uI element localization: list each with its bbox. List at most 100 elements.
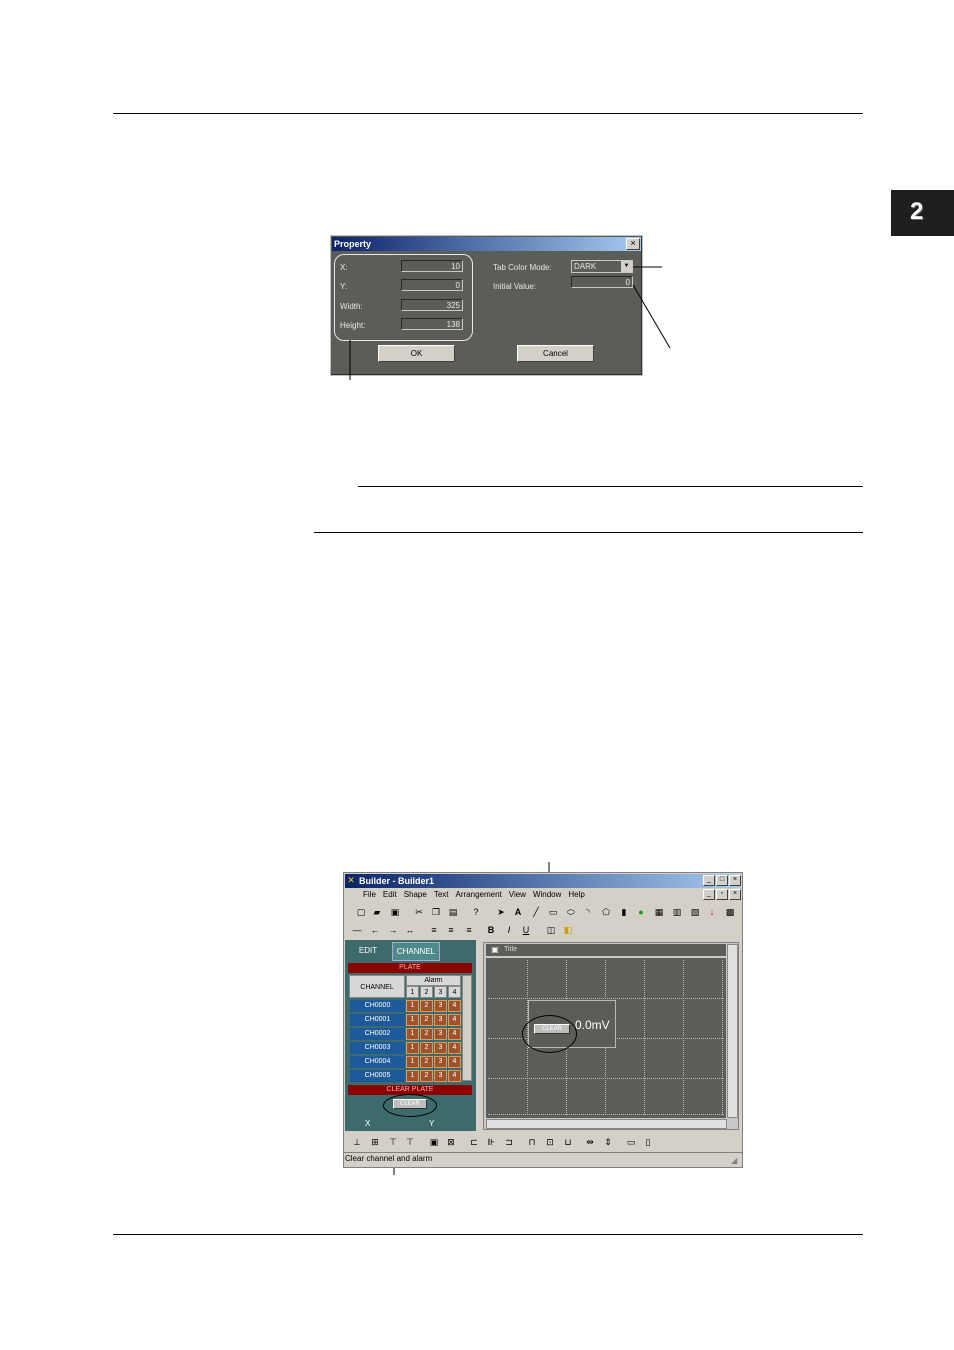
bold-icon[interactable]: B bbox=[485, 924, 497, 936]
distribute-bottom-icon[interactable]: ⊔ bbox=[562, 1136, 574, 1148]
switch-tool-icon[interactable]: ▮ bbox=[618, 906, 630, 918]
channel-cell[interactable]: CH0004 bbox=[350, 1056, 405, 1068]
rectangle-tool-icon[interactable]: ▭ bbox=[547, 906, 559, 918]
help-icon[interactable]: ? bbox=[470, 906, 482, 918]
alarm-cell[interactable]: 2 bbox=[420, 1000, 433, 1012]
thermometer-tool-icon[interactable]: ↓ bbox=[706, 906, 718, 918]
align-center-h-icon[interactable]: ⊪ bbox=[485, 1136, 497, 1148]
save-icon[interactable]: ▣ bbox=[389, 906, 401, 918]
alarm-cell[interactable]: 3 bbox=[434, 1056, 447, 1068]
fit-icon[interactable]: ⊠ bbox=[445, 1136, 457, 1148]
align-left-edge-icon[interactable]: ⊏ bbox=[468, 1136, 480, 1148]
channel-cell[interactable]: CH0002 bbox=[350, 1028, 405, 1040]
ellipse-tool-icon[interactable]: ⬭ bbox=[565, 906, 577, 918]
trend-tool-icon[interactable]: ▧ bbox=[689, 906, 701, 918]
align-top-icon[interactable]: ⊥ bbox=[351, 1136, 363, 1148]
space-horizontal-icon[interactable]: ⇹ bbox=[584, 1136, 596, 1148]
menu-file[interactable]: File bbox=[363, 890, 376, 899]
distribute-middle-icon[interactable]: ⊡ bbox=[544, 1136, 556, 1148]
align-right-icon[interactable]: ≡ bbox=[463, 924, 475, 936]
italic-icon[interactable]: I bbox=[503, 924, 515, 936]
alarm-cell[interactable]: 2 bbox=[420, 1028, 433, 1040]
space-vertical-icon[interactable]: ⇕ bbox=[602, 1136, 614, 1148]
cut-icon[interactable]: ✂ bbox=[413, 906, 425, 918]
alarm-cell[interactable]: 4 bbox=[448, 1070, 461, 1082]
alarm-cell[interactable]: 3 bbox=[434, 1014, 447, 1026]
menu-arrangement[interactable]: Arrangement bbox=[456, 890, 502, 899]
panel-scrollbar[interactable] bbox=[462, 975, 472, 1081]
alarm-cell[interactable]: 3 bbox=[434, 1042, 447, 1054]
menu-edit[interactable]: Edit bbox=[383, 890, 397, 899]
alarm-cell[interactable]: 2 bbox=[420, 1042, 433, 1054]
alarm-cell[interactable]: 1 bbox=[406, 1028, 419, 1040]
doc-close-button[interactable]: × bbox=[729, 889, 741, 900]
menu-shape[interactable]: Shape bbox=[404, 890, 427, 899]
meter-tool-icon[interactable]: ▦ bbox=[653, 906, 665, 918]
bar-tool-icon[interactable]: ▥ bbox=[671, 906, 683, 918]
align-bottom-icon[interactable]: ⊤ bbox=[387, 1136, 399, 1148]
alarm-cell[interactable]: 1 bbox=[406, 1014, 419, 1026]
paste-icon[interactable]: ▤ bbox=[447, 906, 459, 918]
alarm-cell[interactable]: 1 bbox=[406, 1042, 419, 1054]
channel-cell[interactable]: CH0003 bbox=[350, 1042, 405, 1054]
distribute-top-icon[interactable]: ⊓ bbox=[526, 1136, 538, 1148]
send-back-icon[interactable]: ◧ bbox=[562, 924, 574, 936]
arrow-right-icon[interactable]: → bbox=[387, 924, 399, 936]
copy-icon[interactable]: ❐ bbox=[430, 906, 442, 918]
channel-cell[interactable]: CH0001 bbox=[350, 1014, 405, 1026]
alarm-cell[interactable]: 1 bbox=[406, 1070, 419, 1082]
channel-cell[interactable]: CH0000 bbox=[350, 1000, 405, 1012]
alarm-cell[interactable]: 2 bbox=[420, 1014, 433, 1026]
doc-minimize-button[interactable]: _ bbox=[703, 889, 715, 900]
pointer-icon[interactable]: ➤ bbox=[495, 906, 507, 918]
arrow-left-icon[interactable]: ← bbox=[369, 924, 381, 936]
alarm-cell[interactable]: 4 bbox=[448, 1028, 461, 1040]
align-middle-icon[interactable]: ⊞ bbox=[369, 1136, 381, 1148]
lamp-tool-icon[interactable]: ● bbox=[635, 906, 647, 918]
minimize-button[interactable]: _ bbox=[703, 875, 715, 886]
underline-icon[interactable]: U bbox=[520, 924, 532, 936]
menu-window[interactable]: Window bbox=[533, 890, 561, 899]
maximize-button[interactable]: □ bbox=[716, 875, 728, 886]
alarm-cell[interactable]: 3 bbox=[434, 1070, 447, 1082]
alarm-cell[interactable]: 3 bbox=[434, 1028, 447, 1040]
bring-front-icon[interactable]: ◫ bbox=[545, 924, 557, 936]
align-left-icon[interactable]: ≡ bbox=[428, 924, 440, 936]
alarm-cell[interactable]: 2 bbox=[420, 1070, 433, 1082]
menu-view[interactable]: View bbox=[509, 890, 526, 899]
scale-tool-icon[interactable]: ▩ bbox=[724, 906, 736, 918]
tab-edit[interactable]: EDIT bbox=[348, 942, 388, 959]
polygon-tool-icon[interactable]: ⬠ bbox=[600, 906, 612, 918]
alarm-cell[interactable]: 1 bbox=[406, 1056, 419, 1068]
menu-help[interactable]: Help bbox=[568, 890, 584, 899]
align-center-icon[interactable]: ≡ bbox=[445, 924, 457, 936]
alarm-cell[interactable]: 4 bbox=[448, 1000, 461, 1012]
doc-restore-button[interactable]: ▫ bbox=[716, 889, 728, 900]
channel-cell[interactable]: CH0005 bbox=[350, 1070, 405, 1082]
alarm-cell[interactable]: 4 bbox=[448, 1014, 461, 1026]
new-file-icon[interactable]: ▢ bbox=[355, 906, 367, 918]
line-style-icon[interactable]: — bbox=[351, 924, 363, 936]
arrow-both-icon[interactable]: ↔ bbox=[404, 924, 416, 936]
splitter[interactable] bbox=[477, 942, 482, 1130]
alarm-cell[interactable]: 4 bbox=[448, 1056, 461, 1068]
alarm-cell[interactable]: 1 bbox=[406, 1000, 419, 1012]
same-width-icon[interactable]: ▭ bbox=[625, 1136, 637, 1148]
horizontal-scrollbar[interactable] bbox=[486, 1119, 727, 1129]
align-baseline-icon[interactable]: ⊤ bbox=[404, 1136, 416, 1148]
alarm-cell[interactable]: 4 bbox=[448, 1042, 461, 1054]
alarm-cell[interactable]: 3 bbox=[434, 1000, 447, 1012]
tab-channel[interactable]: CHANNEL bbox=[392, 942, 440, 961]
resize-grip-icon[interactable]: ◢ bbox=[731, 1156, 737, 1165]
vertical-scrollbar[interactable] bbox=[727, 944, 738, 1118]
close-button[interactable]: × bbox=[729, 875, 741, 886]
arc-tool-icon[interactable]: ◝ bbox=[582, 906, 594, 918]
same-size-icon[interactable]: ▣ bbox=[428, 1136, 440, 1148]
text-tool-icon[interactable]: A bbox=[512, 906, 524, 918]
align-right-edge-icon[interactable]: ⊐ bbox=[503, 1136, 515, 1148]
alarm-cell[interactable]: 2 bbox=[420, 1056, 433, 1068]
open-folder-icon[interactable]: ▰ bbox=[371, 906, 383, 918]
line-tool-icon[interactable]: ╱ bbox=[530, 906, 542, 918]
menu-text[interactable]: Text bbox=[434, 890, 449, 899]
same-height-icon[interactable]: ▯ bbox=[642, 1136, 654, 1148]
